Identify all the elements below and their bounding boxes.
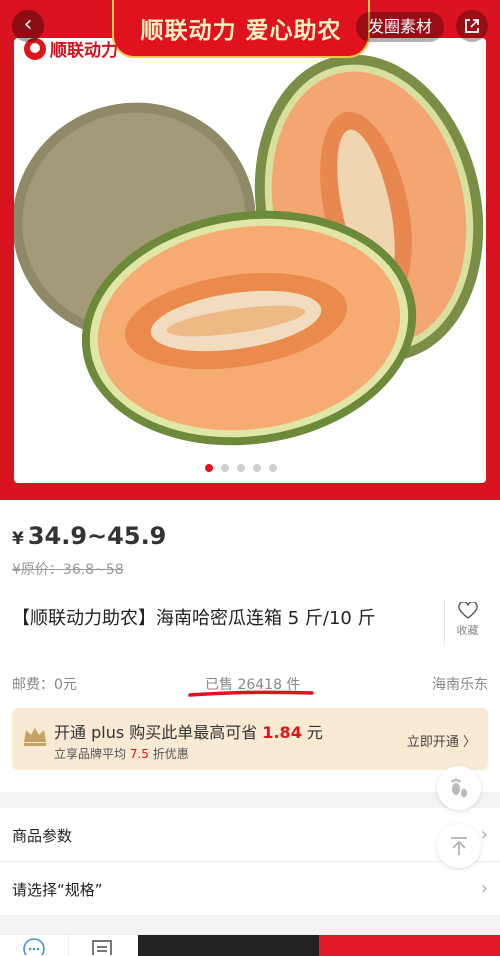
shipping-fee: 邮费：0元 — [12, 677, 77, 693]
currency-symbol: ¥ — [12, 529, 24, 549]
banner-text: 顺联动力 爱心助农 — [140, 18, 342, 44]
divider — [68, 935, 69, 956]
original-price: ¥原价：36.8~58 — [12, 562, 124, 578]
plus-line2-suffix: 折优惠 — [148, 747, 189, 761]
product-image-carousel[interactable]: 顺联动力 爱心助农 顺联动力 ‹ 发圈素材 — [0, 0, 500, 500]
product-info: ¥34.9~45.9 ¥原价：36.8~58 【顺联动力助农】海南哈密瓜连箱 5… — [0, 500, 500, 792]
spec-select-label: 请选择“规格” — [12, 881, 103, 899]
crown-icon — [24, 728, 46, 746]
plus-discount-text: 立享品牌平均 7.5 折优惠 — [54, 745, 189, 762]
favorite-label: 收藏 — [456, 624, 479, 637]
back-button[interactable]: ‹ — [12, 10, 44, 42]
carousel-dot[interactable] — [221, 464, 229, 472]
plus-discount-value: 7.5 — [129, 747, 149, 761]
spec-select-row[interactable]: 请选择“规格” › — [0, 862, 500, 916]
back-to-top-button[interactable] — [437, 824, 481, 868]
share-button[interactable] — [456, 10, 488, 42]
plus-savings-amount: 1.84 — [262, 723, 302, 742]
carousel-dot[interactable] — [269, 464, 277, 472]
hand-drawn-underline — [188, 690, 314, 697]
bottom-action-bar — [0, 934, 500, 956]
chat-icon[interactable] — [22, 937, 46, 955]
brand-logo: 顺联动力 — [24, 36, 118, 61]
origin-location: 海南乐东 — [432, 677, 488, 693]
plus-line1-prefix: 开通 plus 购买此单最高可省 — [54, 723, 263, 742]
chevron-right-icon: › — [480, 878, 488, 899]
store-icon[interactable] — [90, 937, 114, 955]
plus-savings-text: 开通 plus 购买此单最高可省 1.84 元 — [54, 719, 323, 743]
plus-line2-prefix: 立享品牌平均 — [54, 747, 130, 761]
logo-text: 顺联动力 — [50, 41, 118, 61]
carousel-dot[interactable] — [237, 464, 245, 472]
product-photo — [14, 38, 486, 483]
product-params-label: 商品参数 — [12, 827, 73, 845]
carousel-dots — [205, 464, 277, 472]
price: ¥34.9~45.9 — [12, 522, 166, 550]
share-icon — [465, 19, 479, 33]
product-params-row[interactable]: 商品参数 › — [0, 808, 500, 862]
heart-icon — [457, 602, 478, 619]
favorite-button[interactable]: 收藏 — [444, 600, 490, 644]
promo-banner: 顺联动力 爱心助农 — [112, 0, 370, 58]
product-title: 【顺联动力助农】海南哈密瓜连箱 5 斤/10 斤 — [12, 608, 376, 629]
price-range: 34.9~45.9 — [27, 522, 167, 550]
carousel-dot[interactable] — [205, 464, 213, 472]
carousel-dot[interactable] — [253, 464, 261, 472]
plus-membership-card[interactable]: 开通 plus 购买此单最高可省 1.84 元 立享品牌平均 7.5 折优惠 立… — [12, 708, 488, 770]
material-button[interactable]: 发圈素材 — [356, 12, 444, 42]
add-to-cart-button[interactable] — [138, 935, 319, 956]
buy-now-button[interactable] — [319, 935, 500, 956]
back-icon: ‹ — [23, 12, 33, 37]
footprint-icon — [451, 778, 467, 798]
chevron-right-icon: › — [480, 824, 488, 845]
plus-line1-suffix: 元 — [301, 723, 323, 742]
footprint-button[interactable] — [437, 766, 481, 810]
back-to-top-icon — [451, 837, 467, 855]
plus-open-button[interactable]: 立即开通 〉 — [407, 731, 476, 750]
